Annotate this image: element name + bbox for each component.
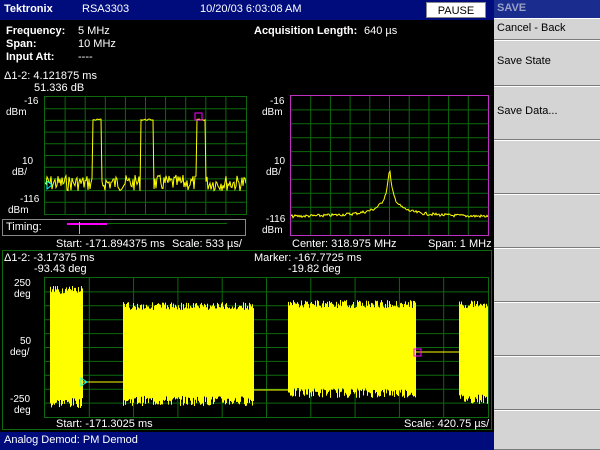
spectrum-scale-unit: dB/ bbox=[266, 167, 282, 178]
span-value: 10 MHz bbox=[78, 38, 116, 50]
timing-plot[interactable] bbox=[44, 96, 247, 215]
demod-bottom-unit: deg bbox=[14, 405, 31, 416]
demod-top-label: 250 bbox=[14, 278, 31, 289]
spectrum-span: Span: 1 MHz bbox=[428, 238, 492, 250]
timing-scale-unit: dB/ bbox=[12, 167, 28, 178]
model-label: RSA3303 bbox=[82, 3, 130, 15]
spectrum-plot[interactable] bbox=[290, 95, 489, 236]
timing-start: Start: -171.894375 ms bbox=[56, 238, 165, 250]
spectrum-center: Center: 318.975 MHz bbox=[292, 238, 397, 250]
spectrum-unit-label: dBm bbox=[262, 107, 283, 118]
demod-start: Start: -171.3025 ms bbox=[56, 418, 153, 430]
demod-bottom-label: -250 bbox=[10, 394, 31, 405]
timing-bottom-label: -116 bbox=[20, 194, 40, 205]
save-data-button[interactable]: Save Data... bbox=[494, 86, 600, 140]
input-att-label: Input Att: bbox=[6, 51, 55, 63]
cancel-back-button[interactable]: Cancel - Back bbox=[494, 18, 600, 40]
demod-marker-phase: -19.82 deg bbox=[288, 263, 341, 275]
frequency-value: 5 MHz bbox=[78, 25, 110, 37]
softkey-header-save: SAVE bbox=[494, 0, 600, 18]
status-text: Analog Demod: PM Demod bbox=[4, 434, 138, 446]
timing-unit-label: dBm bbox=[6, 107, 27, 118]
spectrum-scale-value: 10 bbox=[274, 156, 286, 167]
span-label: Span: bbox=[6, 38, 37, 50]
spectrum-bottom-unit: dBm bbox=[262, 225, 283, 236]
acquisition-length-value: 640 µs bbox=[364, 25, 398, 37]
spectrum-trace-svg bbox=[291, 96, 488, 235]
timing-delta-time: Δ1-2: 4.121875 ms bbox=[4, 70, 97, 82]
demod-mid-unit: deg/ bbox=[10, 347, 30, 358]
timing-delta-level: 51.336 dB bbox=[34, 82, 85, 94]
timing-scale: Scale: 533 µs/ bbox=[172, 238, 242, 250]
demod-scale: Scale: 420.75 µs/ bbox=[404, 418, 490, 430]
status-bar: Analog Demod: PM Demod bbox=[0, 432, 494, 450]
softkey-panel: SAVE Cancel - Back Save State Save Data.… bbox=[494, 0, 600, 450]
demod-trace-svg bbox=[45, 278, 488, 417]
timing-trace-svg bbox=[45, 97, 246, 214]
datetime-label: 10/20/03 6:03:08 AM bbox=[200, 3, 302, 15]
spectrum-bottom-label: -116 bbox=[266, 214, 286, 225]
demod-plot[interactable] bbox=[44, 277, 489, 418]
softkey-blank-8[interactable] bbox=[494, 356, 600, 410]
brand-label: Tektronix bbox=[4, 3, 53, 15]
timing-label: Timing: bbox=[6, 221, 42, 233]
save-state-button[interactable]: Save State bbox=[494, 40, 600, 86]
softkey-blank-7[interactable] bbox=[494, 302, 600, 356]
demod-mid-label: 50 bbox=[20, 336, 32, 347]
acquisition-length-label: Acquisition Length: bbox=[254, 25, 358, 37]
spectrum-top-label: -16 bbox=[270, 96, 285, 107]
timing-window-indicator bbox=[67, 223, 107, 225]
timing-bottom-unit: dBm bbox=[8, 205, 29, 216]
input-att-value: ---- bbox=[78, 51, 93, 63]
pause-button[interactable]: PAUSE bbox=[426, 2, 486, 18]
softkey-blank-9[interactable] bbox=[494, 410, 600, 450]
softkey-blank-6[interactable] bbox=[494, 248, 600, 302]
timing-scale-value: 10 bbox=[22, 156, 34, 167]
frequency-label: Frequency: bbox=[6, 25, 66, 37]
softkey-blank-4[interactable] bbox=[494, 140, 600, 194]
timing-bar: Timing: bbox=[2, 219, 246, 236]
title-bar: Tektronix RSA3303 10/20/03 6:03:08 AM PA… bbox=[0, 0, 494, 20]
demod-top-unit: deg bbox=[14, 289, 31, 300]
demod-delta-phase: -93.43 deg bbox=[34, 263, 87, 275]
timing-top-label: -16 bbox=[24, 96, 39, 107]
softkey-blank-5[interactable] bbox=[494, 194, 600, 248]
timing-cursor bbox=[79, 222, 80, 234]
